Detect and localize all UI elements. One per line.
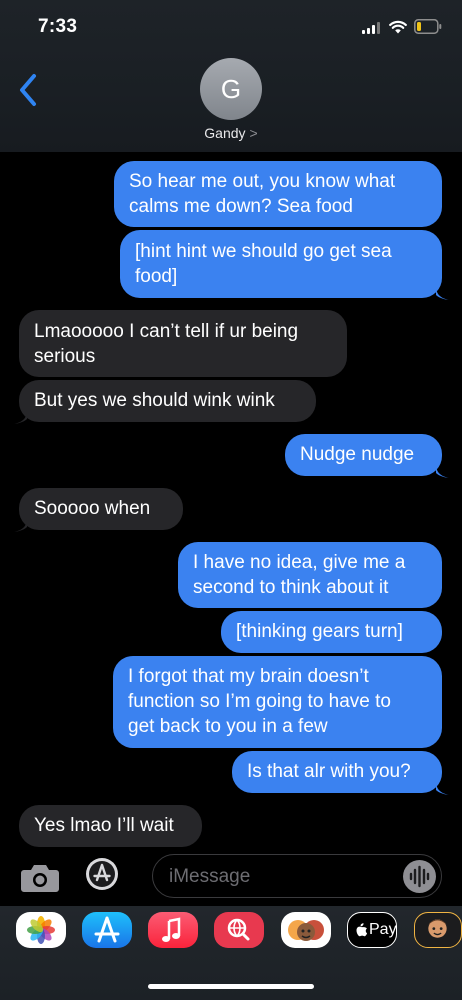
message-sent[interactable]: [thinking gears turn] [221, 611, 442, 653]
message-sent[interactable]: I have no idea, give me a second to thin… [178, 542, 442, 608]
bubble-tail [14, 518, 27, 532]
message-sent[interactable]: I forgot that my brain doesn’t function … [113, 656, 442, 748]
app-store-drawer-button[interactable] [86, 858, 118, 890]
status-time: 7:33 [38, 16, 78, 37]
back-chevron-icon[interactable] [14, 70, 44, 110]
avatar-initial: G [220, 73, 242, 104]
contact-avatar[interactable]: G [200, 58, 262, 120]
wifi-icon [389, 20, 407, 34]
globe-search-glyph [227, 918, 250, 941]
bubble-tail [436, 464, 449, 478]
memoji-face-glyph [428, 919, 447, 938]
message-received[interactable]: But yes we should wink wink [19, 380, 316, 422]
app-store-a-icon [89, 861, 115, 887]
bubble-tail [436, 286, 449, 300]
waveform-icon [409, 865, 430, 888]
memoji-stickers-icon[interactable] [281, 912, 331, 948]
camera-icon[interactable] [20, 863, 60, 893]
memoji-icon[interactable] [414, 912, 462, 948]
music-icon[interactable] [148, 912, 198, 948]
home-indicator[interactable] [148, 984, 314, 989]
message-input-placeholder: iMessage [169, 866, 251, 887]
app-store-a-glyph [94, 916, 120, 943]
app-store-icon[interactable] [82, 912, 132, 948]
message-input[interactable]: iMessage [152, 854, 442, 898]
audio-message-button[interactable] [403, 860, 436, 893]
search-images-icon[interactable] [214, 912, 264, 948]
contact-name: Gandy [204, 125, 246, 141]
photos-flower-icon [27, 916, 55, 944]
message-sent[interactable]: Nudge nudge [285, 434, 442, 476]
chevron-right-icon: > [249, 125, 258, 141]
message-received[interactable]: Yes lmao I’ll wait [19, 805, 202, 847]
memoji-faces-glyph [288, 920, 324, 941]
battery-low-icon [414, 19, 442, 34]
conversation-header: 7:33 G Gandy > [0, 0, 462, 152]
message-sent[interactable]: Is that alr with you? [232, 751, 442, 793]
message-received[interactable]: Lmaooooo I can’t tell if ur being seriou… [19, 310, 347, 377]
photos-icon[interactable] [16, 912, 66, 948]
bubble-tail [436, 781, 449, 795]
contact-name-link[interactable]: Gandy > [0, 125, 462, 141]
message-sent[interactable]: [hint hint we should go get sea food] [120, 230, 442, 298]
music-note-glyph [162, 917, 181, 942]
cellular-signal-icon [362, 22, 382, 34]
apple-pay-label: Pay [369, 921, 397, 938]
apple-pay-icon[interactable]: Pay [347, 912, 397, 948]
bubble-tail [14, 410, 27, 424]
message-sent[interactable]: So hear me out, you know what calms me d… [114, 161, 442, 227]
message-received[interactable]: Sooooo when [19, 488, 183, 530]
